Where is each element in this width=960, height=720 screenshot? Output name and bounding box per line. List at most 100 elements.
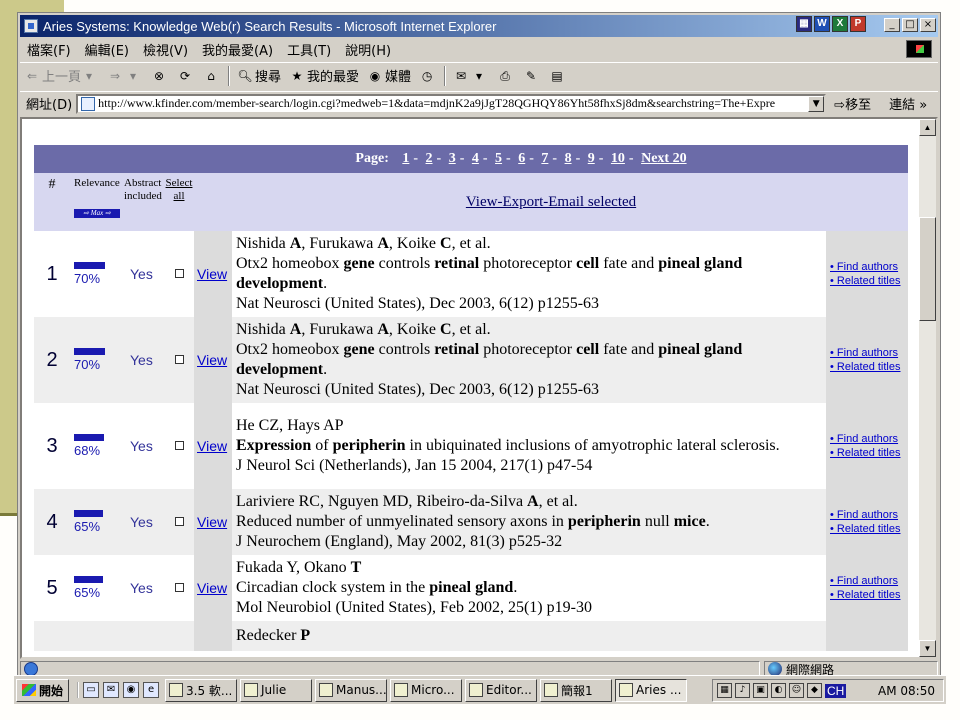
menu-favorites[interactable]: 我的最愛(A) (195, 40, 280, 59)
links-button[interactable]: 連結 » (879, 94, 927, 113)
home-button[interactable]: ⌂ (199, 68, 225, 84)
ie-page-icon[interactable] (24, 19, 38, 33)
find-authors-link[interactable]: • Find authors (830, 432, 908, 446)
relevance-bar (74, 262, 105, 269)
tray-volume-icon[interactable]: ♪ (735, 683, 750, 698)
related-titles-link[interactable]: • Related titles (830, 588, 908, 602)
tray-network-icon[interactable]: ▣ (753, 683, 768, 698)
menu-edit[interactable]: 編輯(E) (78, 40, 136, 59)
view-export-email-link[interactable]: View-Export-Email selected (466, 194, 636, 210)
view-link[interactable]: View (197, 580, 227, 596)
address-url[interactable]: http://www.kfinder.com/member-search/log… (98, 96, 775, 111)
menu-file[interactable]: 檔案(F) (20, 40, 78, 59)
header-select-all[interactable]: Select all (164, 173, 194, 231)
tray-update-icon[interactable]: ◆ (807, 683, 822, 698)
taskbar-button[interactable]: Micro... (390, 678, 463, 702)
page-link-5[interactable]: 5 (495, 151, 502, 166)
select-checkbox[interactable] (174, 269, 184, 278)
edit-button[interactable]: ✎ (519, 68, 545, 84)
page-link-8[interactable]: 8 (565, 151, 572, 166)
tray-antivirus-icon[interactable]: ◐ (771, 683, 786, 698)
related-titles-link[interactable]: • Related titles (830, 360, 908, 374)
taskbar-button[interactable]: Editor... (465, 678, 538, 702)
taskbar-button[interactable]: 簡報1 (540, 678, 613, 702)
go-button[interactable]: ⇨移至 (826, 94, 879, 113)
media-button[interactable]: ◉ 媒體 (363, 66, 415, 86)
scroll-thumb[interactable] (919, 217, 936, 321)
page-link-10[interactable]: 10 (611, 151, 625, 166)
related-titles-link[interactable]: • Related titles (830, 522, 908, 536)
taskbar-button[interactable]: 3.5 軟... (165, 678, 238, 702)
select-checkbox[interactable] (174, 441, 184, 450)
discuss-button[interactable]: ▤ (545, 68, 571, 84)
scroll-down-arrow-icon[interactable]: ▼ (919, 640, 936, 657)
page-link-6[interactable]: 6 (518, 151, 525, 166)
page-link-3[interactable]: 3 (449, 151, 456, 166)
ime-indicator[interactable]: CH (825, 683, 847, 698)
outlook-icon[interactable]: ✉ (103, 682, 120, 698)
vertical-scrollbar[interactable]: ▲ ▼ (919, 119, 936, 657)
select-cell[interactable] (164, 621, 194, 651)
page-link-4[interactable]: 4 (472, 151, 479, 166)
next-page-link[interactable]: Next 20 (641, 151, 687, 166)
select-cell[interactable] (164, 555, 194, 621)
ie-icon[interactable]: e (143, 682, 160, 698)
page-link-7[interactable]: 7 (541, 151, 548, 166)
excel-icon[interactable]: X (832, 16, 848, 32)
media-player-icon[interactable]: ◉ (123, 682, 140, 698)
abstract-included: Yes (124, 231, 164, 317)
select-cell[interactable] (164, 489, 194, 555)
select-checkbox[interactable] (174, 355, 184, 364)
address-dropdown-icon[interactable]: ▼ (808, 95, 825, 112)
select-cell[interactable] (164, 403, 194, 489)
relevance-bar (74, 434, 104, 441)
minimize-button[interactable]: _ (884, 18, 900, 32)
related-titles-link[interactable]: • Related titles (830, 446, 908, 460)
find-authors-link[interactable]: • Find authors (830, 260, 908, 274)
menu-view[interactable]: 檢視(V) (136, 40, 195, 59)
taskbar-button[interactable]: Aries ... (615, 678, 688, 702)
favorites-button[interactable]: ★ 我的最愛 (285, 66, 363, 86)
view-link[interactable]: View (197, 266, 227, 282)
view-link[interactable]: View (197, 438, 227, 454)
find-authors-link[interactable]: • Find authors (830, 508, 908, 522)
history-button[interactable]: ◷ (415, 68, 441, 84)
back-button[interactable]: ⇐ 上一頁 ▾ (20, 66, 103, 86)
related-titles-link[interactable]: • Related titles (830, 274, 908, 288)
page-link-9[interactable]: 9 (588, 151, 595, 166)
select-all-link[interactable]: all (174, 190, 185, 202)
start-button[interactable]: 開始 (16, 678, 70, 702)
powerpoint-icon[interactable]: P (850, 16, 866, 32)
sort-by-max-relevance[interactable]: ⇨ Max ⇨ (74, 209, 120, 218)
view-link[interactable]: View (197, 514, 227, 530)
stop-button[interactable]: ⊗ (147, 68, 173, 84)
word-icon[interactable]: W (814, 16, 830, 32)
tray-messenger-icon[interactable]: ☺ (789, 683, 804, 698)
close-button[interactable]: × (920, 18, 936, 32)
show-desktop-icon[interactable]: ▭ (83, 682, 100, 698)
mail-button[interactable]: ✉ ▾ (449, 68, 493, 84)
forward-button[interactable]: ⇒ ▾ (103, 68, 147, 84)
menu-help[interactable]: 說明(H) (338, 40, 398, 59)
tray-app-icon[interactable]: ▦ (717, 683, 732, 698)
taskbar-button[interactable]: Manus... (315, 678, 388, 702)
print-button[interactable]: ⎙ (493, 68, 519, 84)
scroll-up-arrow-icon[interactable]: ▲ (919, 119, 936, 136)
menu-tools[interactable]: 工具(T) (280, 40, 338, 59)
maximize-button[interactable]: □ (902, 18, 918, 32)
office-icon[interactable]: ▦ (796, 16, 812, 32)
address-input[interactable]: http://www.kfinder.com/member-search/log… (76, 93, 827, 114)
page-link-2[interactable]: 2 (426, 151, 433, 166)
search-button[interactable]: 🔍︎ 搜尋 (233, 66, 285, 86)
page-link-1[interactable]: 1 (402, 151, 409, 166)
select-cell[interactable] (164, 231, 194, 317)
select-checkbox[interactable] (174, 517, 184, 526)
select-checkbox[interactable] (174, 583, 184, 592)
find-authors-link[interactable]: • Find authors (830, 574, 908, 588)
refresh-button[interactable]: ⟳ (173, 68, 199, 84)
taskbar-button[interactable]: Julie (240, 678, 313, 702)
select-cell[interactable] (164, 317, 194, 403)
select-label-line1[interactable]: Select (166, 177, 193, 189)
view-link[interactable]: View (197, 352, 227, 368)
find-authors-link[interactable]: • Find authors (830, 346, 908, 360)
